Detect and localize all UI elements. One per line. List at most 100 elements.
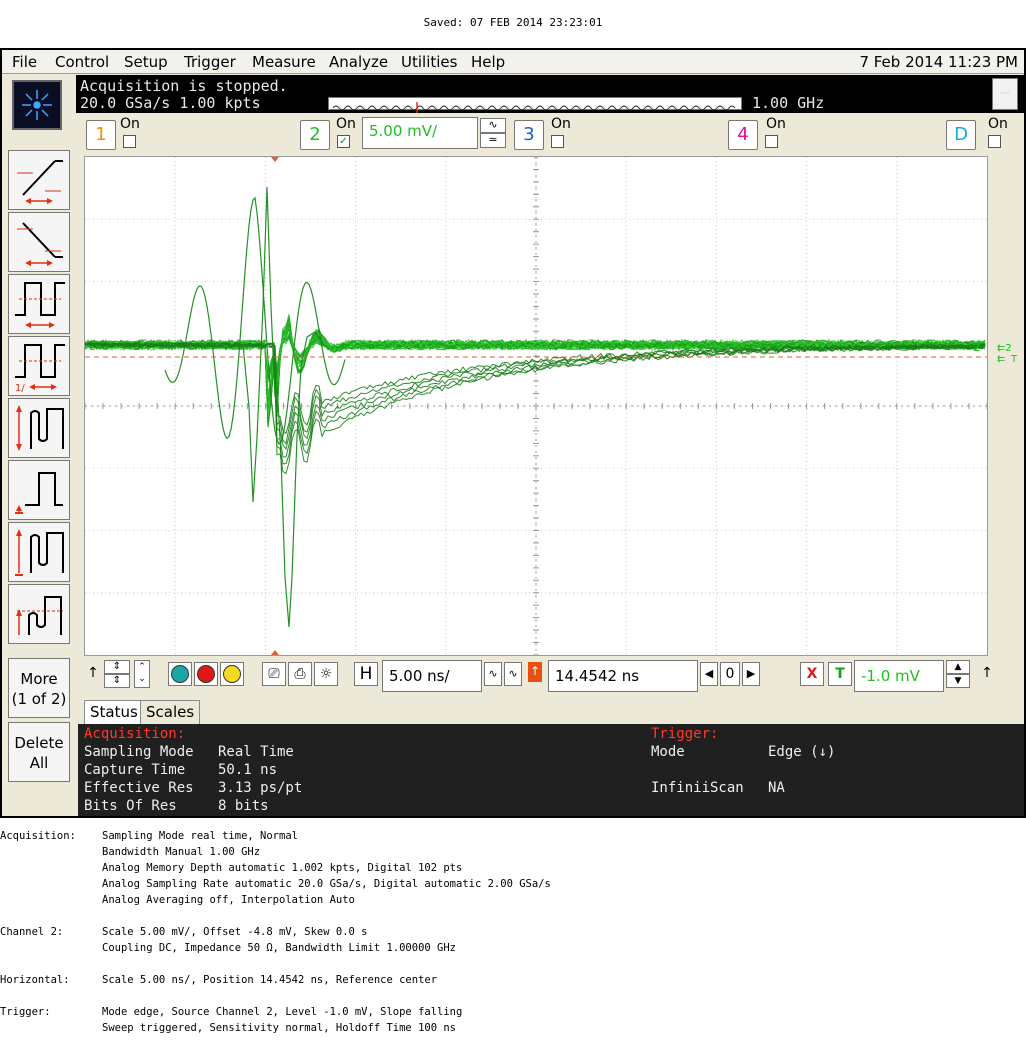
trigger-label: InfiniiScan: [651, 780, 744, 796]
menu-bar: File Control Setup Trigger Measure Analy…: [2, 50, 1024, 74]
offset-markers[interactable]: ⇇2 ⇇ T: [987, 340, 1021, 365]
menu-setup[interactable]: Setup: [124, 53, 168, 71]
zoom-out-icon[interactable]: ⇕: [104, 674, 130, 688]
summary-line: Sweep triggered, Sensitivity normal, Hol…: [102, 1022, 457, 1034]
trigger-value: Edge (↓): [768, 744, 836, 760]
fine-adjust-icon[interactable]: ∿: [484, 662, 502, 686]
menu-file[interactable]: File: [12, 53, 37, 71]
single-yellow-button[interactable]: [220, 662, 244, 686]
status-label: Capture Time: [84, 762, 186, 778]
channel-2-checkbox[interactable]: ✓: [337, 135, 350, 148]
reference-zero-field[interactable]: 0: [720, 662, 740, 686]
timebase-field[interactable]: 5.00 ns/: [382, 660, 482, 692]
dc-coupling-icon[interactable]: ≃: [480, 133, 506, 148]
status-label: Bits Of Res: [84, 798, 177, 814]
channel-4-button[interactable]: 4: [728, 120, 758, 150]
vtop-icon[interactable]: [8, 584, 70, 644]
acquisition-status-bar: Acquisition is stopped. 20.0 GSa/s 1.00 …: [76, 75, 1024, 113]
menu-analyze[interactable]: Analyze: [329, 53, 388, 71]
scroll-icon[interactable]: ⌃ ⌄: [134, 660, 150, 688]
amplitude-icon[interactable]: [8, 522, 70, 582]
bandwidth-readout: 1.00 GHz: [752, 94, 825, 112]
cursor-x-button[interactable]: X: [800, 662, 824, 686]
acquisition-header: Acquisition:: [84, 726, 186, 742]
waveform-trace: [85, 326, 986, 395]
summary-line: Sampling Mode real time, Normal: [102, 830, 298, 842]
period-icon[interactable]: [8, 274, 70, 334]
position-marker-icon[interactable]: ↑: [528, 662, 542, 682]
fall-time-icon[interactable]: [8, 212, 70, 272]
minimize-button[interactable]: —: [992, 78, 1018, 110]
channel-2-button[interactable]: 2: [300, 120, 330, 150]
trigger-header: Trigger:: [651, 726, 719, 742]
channel-3-button[interactable]: 3: [514, 120, 544, 150]
menu-control[interactable]: Control: [55, 53, 109, 71]
more-button[interactable]: More (1 of 2): [8, 658, 70, 718]
summary-line: Coupling DC, Impedance 50 Ω, Bandwidth L…: [102, 942, 457, 954]
channel-2-scale-field[interactable]: 5.00 mV/: [362, 117, 478, 149]
coarse-adjust-icon[interactable]: ∿: [504, 662, 522, 686]
menu-measure[interactable]: Measure: [252, 53, 316, 71]
status-value: 3.13 ps/pt: [218, 780, 303, 796]
summary-section-label: Trigger:: [0, 1006, 51, 1018]
trigger-position-marker[interactable]: [271, 157, 279, 162]
brightness-icon[interactable]: ☼: [314, 662, 338, 686]
summary-line: Analog Averaging off, Interpolation Auto: [102, 894, 355, 906]
record-red-button[interactable]: [194, 662, 218, 686]
svg-text:⇇2: ⇇2: [997, 343, 1012, 354]
channel-4-checkbox[interactable]: [765, 135, 778, 148]
waveform-trace: [85, 328, 986, 379]
waveform-display[interactable]: 2: [84, 156, 988, 656]
waveform-trace: [274, 331, 326, 628]
horizontal-button[interactable]: H: [354, 662, 378, 686]
frequency-icon[interactable]: 1/: [8, 336, 70, 396]
trigger-level-field[interactable]: -1.0 mV: [854, 660, 944, 692]
tab-scales[interactable]: Scales: [140, 700, 201, 724]
summary-line: Mode edge, Source Channel 2, Level -1.0 …: [102, 1006, 463, 1018]
summary-line: Bandwidth Manual 1.00 GHz: [102, 846, 261, 858]
channel-4-on-label: On: [766, 116, 786, 132]
vpp-icon[interactable]: [8, 398, 70, 458]
more-page-label: (1 of 2): [11, 690, 67, 708]
digital-checkbox[interactable]: [988, 135, 1001, 148]
menu-trigger[interactable]: Trigger: [184, 53, 236, 71]
tab-status[interactable]: Status: [84, 700, 144, 724]
horizontal-controls: ↑ ⇕ ⇕ ⌃ ⌄ ⎚ ⎙ ☼ H 5.00 ns/ ∿ ∿ ↑ 14.4542 …: [82, 658, 1024, 698]
summary-section-label: Acquisition:: [0, 830, 76, 842]
sample-rate: 20.0 GSa/s 1.00 kpts: [80, 94, 261, 112]
autoscale-icon[interactable]: ⎚: [262, 662, 286, 686]
channel-2-waveform: [85, 186, 986, 628]
waveform-trace: [85, 324, 986, 400]
trigger-level-up-icon[interactable]: ▲: [946, 660, 970, 674]
channel-1-checkbox[interactable]: [123, 135, 136, 148]
status-label: Sampling Mode: [84, 744, 194, 760]
zoom-in-icon[interactable]: ⇕: [104, 660, 130, 674]
summary-line: Analog Memory Depth automatic 1.002 kpts…: [102, 862, 463, 874]
delete-all-button[interactable]: Delete All: [8, 722, 70, 782]
agilent-logo-icon[interactable]: [12, 80, 62, 130]
rise-time-icon[interactable]: [8, 150, 70, 210]
svg-text:⇇: ⇇: [997, 354, 1005, 364]
color-grade-cyan-button[interactable]: [168, 662, 192, 686]
trigger-level-down-icon[interactable]: ▼: [946, 674, 970, 688]
channel-1-button[interactable]: 1: [86, 120, 116, 150]
up-arrow-icon[interactable]: ↑: [82, 662, 104, 686]
status-value: Real Time: [218, 744, 294, 760]
channel-marker[interactable]: 2: [973, 340, 981, 354]
vmin-icon[interactable]: [8, 460, 70, 520]
menu-help[interactable]: Help: [471, 53, 505, 71]
memory-overview-bar[interactable]: [328, 97, 742, 113]
oscilloscope-window: File Control Setup Trigger Measure Analy…: [0, 48, 1026, 818]
collapse-arrow-icon[interactable]: ↑: [976, 662, 998, 686]
summary-section-label: Channel 2:: [0, 926, 64, 938]
position-right-icon[interactable]: ▶: [742, 662, 760, 686]
channel-3-checkbox[interactable]: [551, 135, 564, 148]
position-left-icon[interactable]: ◀: [700, 662, 718, 686]
trigger-t-button[interactable]: T: [828, 662, 852, 686]
waveform-trace: [85, 326, 986, 398]
ac-coupling-icon[interactable]: ∿: [480, 118, 506, 133]
digital-channel-button[interactable]: D: [946, 120, 976, 150]
menu-utilities[interactable]: Utilities: [401, 53, 457, 71]
print-icon[interactable]: ⎙: [288, 662, 312, 686]
horizontal-position-field[interactable]: 14.4542 ns: [548, 660, 698, 692]
